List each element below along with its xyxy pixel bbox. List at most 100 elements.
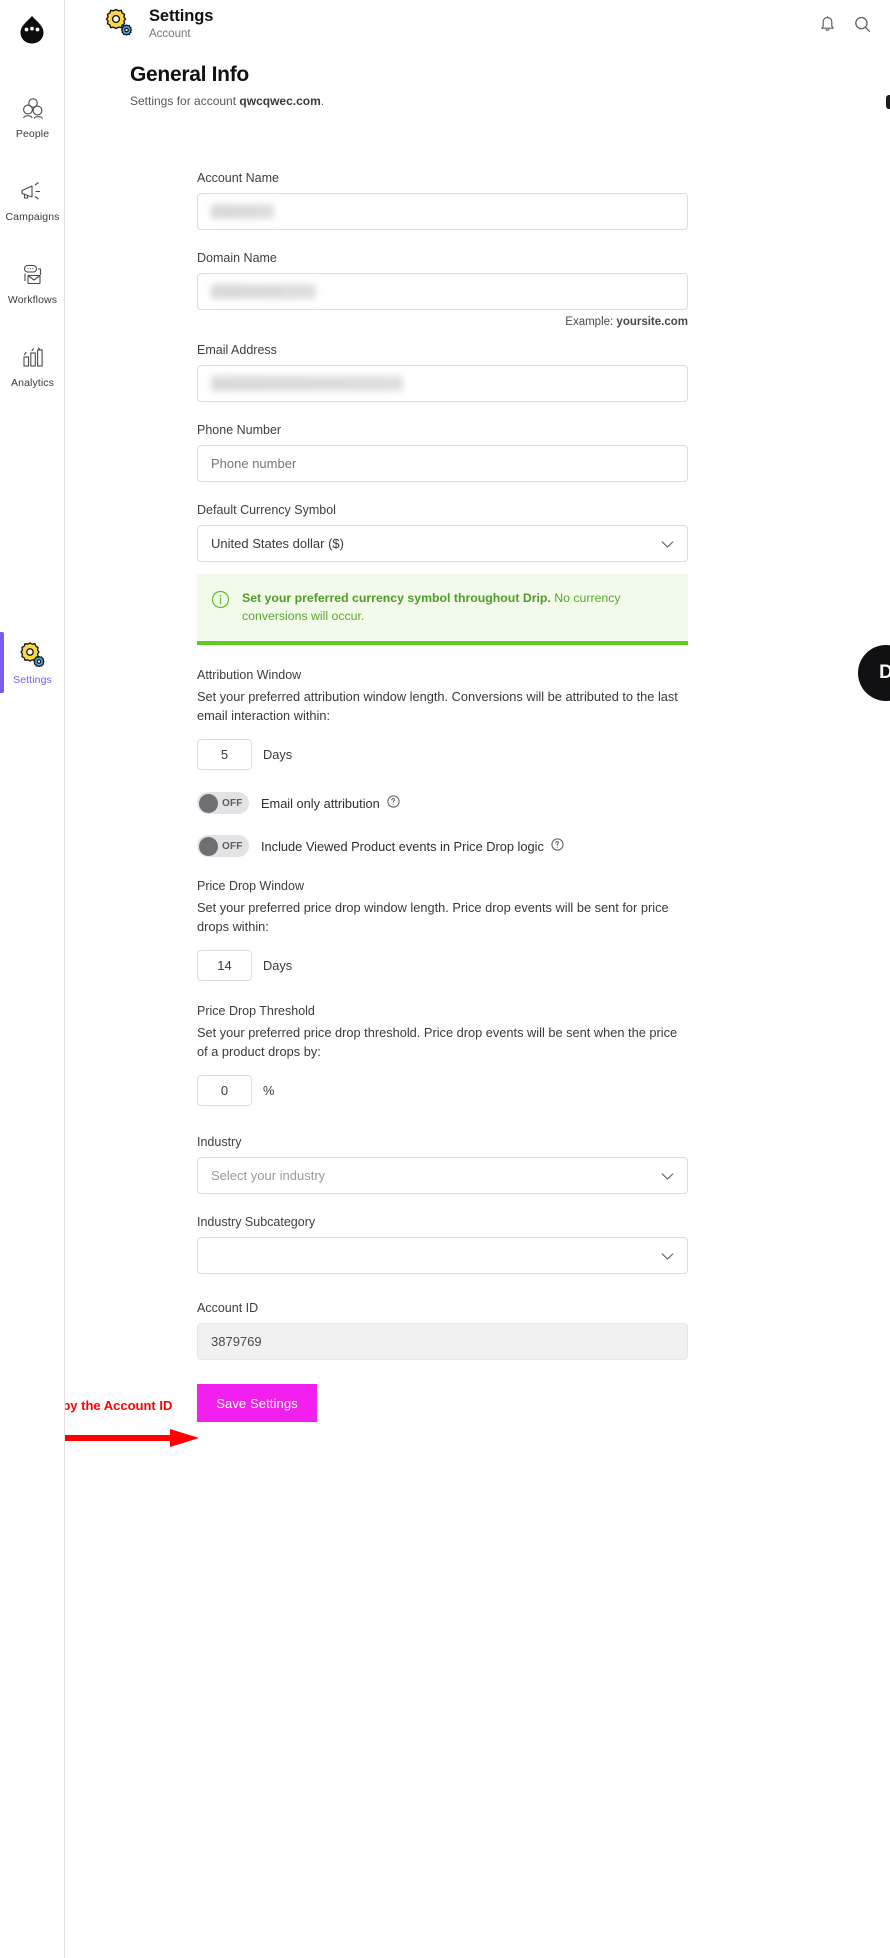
megaphone-icon (18, 178, 48, 205)
save-settings-button[interactable]: Save Settings (197, 1384, 317, 1422)
field-default-currency: Default Currency Symbol United States do… (197, 502, 688, 562)
sidebar-item-workflows[interactable]: Workflows (0, 252, 65, 313)
toggle-switch[interactable]: OFF (197, 835, 249, 857)
attribution-window-title: Attribution Window (197, 668, 302, 682)
help-circle-icon[interactable] (551, 838, 564, 854)
bell-icon[interactable] (818, 15, 837, 34)
gear-icon (18, 641, 48, 668)
price-drop-threshold-title: Price Drop Threshold (197, 1004, 315, 1018)
help-circle-icon[interactable] (387, 795, 400, 811)
right-arrow-icon (52, 1426, 202, 1455)
toggle-state: OFF (222, 840, 243, 852)
default-currency-value: United States dollar ($) (211, 536, 344, 551)
general-info-form: Account Name Domain Name Example: yoursi… (197, 170, 688, 1422)
account-name-input[interactable] (197, 193, 688, 230)
section-price-drop-window: Price Drop Window Set your preferred pri… (197, 878, 688, 981)
workflow-icon (18, 261, 48, 288)
sidebar-item-label: People (15, 128, 50, 140)
section-price-drop-threshold: Price Drop Threshold Set your preferred … (197, 1003, 688, 1106)
price-drop-window-row: Days (197, 950, 688, 981)
chat-widget-button[interactable]: D (858, 645, 890, 701)
default-currency-label: Default Currency Symbol (197, 503, 336, 517)
redacted-value (211, 284, 316, 299)
account-name-label: Account Name (197, 171, 279, 185)
toggle-label-text: Email only attribution (261, 795, 380, 811)
page-title: General Info (130, 63, 249, 86)
info-icon (211, 590, 230, 625)
toggle-switch[interactable]: OFF (197, 792, 249, 814)
search-icon[interactable] (853, 15, 872, 34)
primary-sidebar: People Campaigns Workflows Analytics Set… (0, 0, 65, 1958)
page-heading-block: General Info Settings for account qwcqwe… (130, 62, 324, 109)
page-subtitle-prefix: Settings for account (130, 94, 240, 108)
attribution-window-unit: Days (263, 747, 293, 762)
sidebar-item-analytics[interactable]: Analytics (0, 335, 65, 396)
toggle-viewed-product-price-drop[interactable]: OFF Include Viewed Product events in Pri… (197, 835, 688, 857)
header-titles: Settings Account (149, 7, 213, 42)
edge-handle[interactable] (886, 95, 890, 109)
account-id-input[interactable]: 3879769 (197, 1323, 688, 1360)
attribution-window-row: Days (197, 739, 688, 770)
industry-value: Select your industry (211, 1168, 326, 1183)
price-drop-threshold-description: Set your preferred price drop threshold.… (197, 1025, 678, 1059)
annotation-text: Copy the Account ID (45, 1398, 173, 1413)
industry-subcategory-select[interactable] (197, 1237, 688, 1274)
sidebar-item-label: Settings (13, 674, 52, 686)
section-attribution-window: Attribution Window Set your preferred at… (197, 667, 688, 770)
field-account-id: Account ID 3879769 (197, 1300, 688, 1360)
default-currency-select[interactable]: United States dollar ($) (197, 525, 688, 562)
field-industry: Industry Select your industry (197, 1134, 688, 1194)
price-drop-threshold-input[interactable] (197, 1075, 252, 1106)
toggle-knob (199, 793, 218, 813)
domain-hint-prefix: Example: (565, 316, 617, 328)
domain-name-hint: Example: yoursite.com (197, 316, 688, 328)
header-title: Settings (149, 6, 214, 25)
sidebar-item-campaigns[interactable]: Campaigns (0, 169, 65, 230)
currency-info-bold: Set your preferred currency symbol throu… (242, 591, 551, 605)
drip-face-logo-icon (20, 16, 44, 44)
field-account-name: Account Name (197, 170, 688, 230)
field-industry-subcategory: Industry Subcategory (197, 1214, 688, 1274)
price-drop-window-input[interactable] (197, 950, 252, 981)
phone-number-label: Phone Number (197, 423, 282, 437)
price-drop-threshold-row: % (197, 1075, 688, 1106)
chevron-down-icon (661, 1248, 674, 1263)
redacted-value (211, 204, 274, 219)
sidebar-item-label: Campaigns (5, 211, 60, 223)
sidebar-item-settings[interactable]: Settings (0, 632, 65, 693)
phone-number-input[interactable] (197, 445, 688, 482)
price-drop-window-unit: Days (263, 958, 293, 973)
price-drop-window-title: Price Drop Window (197, 879, 304, 893)
field-phone-number: Phone Number (197, 422, 688, 482)
toggle-label-text: Include Viewed Product events in Price D… (261, 838, 544, 854)
settings-page: People Campaigns Workflows Analytics Set… (0, 0, 890, 1958)
field-email-address: Email Address (197, 342, 688, 402)
header-subtitle: Account (149, 27, 191, 40)
chevron-down-icon (661, 536, 674, 551)
people-icon (18, 95, 48, 122)
email-address-input[interactable] (197, 365, 688, 402)
industry-select[interactable]: Select your industry (197, 1157, 688, 1194)
annotation-copy-account-id: Copy the Account ID (45, 1398, 205, 1414)
attribution-window-input[interactable] (197, 739, 252, 770)
sidebar-item-people[interactable]: People (0, 86, 65, 147)
industry-label: Industry (197, 1135, 242, 1149)
chevron-down-icon (661, 1168, 674, 1183)
toggle-email-only-attribution[interactable]: OFF Email only attribution (197, 792, 688, 814)
field-domain-name: Domain Name Example: yoursite.com (197, 250, 688, 328)
sidebar-item-label: Analytics (11, 377, 54, 389)
price-drop-window-description: Set your preferred price drop window len… (197, 900, 669, 934)
account-id-value: 3879769 (211, 1334, 262, 1349)
domain-name-label: Domain Name (197, 251, 277, 265)
domain-name-input[interactable] (197, 273, 688, 310)
redacted-value (211, 376, 403, 391)
bar-chart-icon (18, 344, 48, 371)
toggle-label: Email only attribution (261, 795, 400, 811)
page-subtitle-domain: qwcqwec.com (239, 94, 321, 108)
page-header: Settings Account (65, 0, 890, 48)
header-actions (818, 15, 872, 34)
toggle-label: Include Viewed Product events in Price D… (261, 838, 564, 854)
app-logo[interactable] (0, 0, 64, 60)
toggle-knob (199, 836, 218, 856)
toggle-state: OFF (222, 797, 243, 809)
